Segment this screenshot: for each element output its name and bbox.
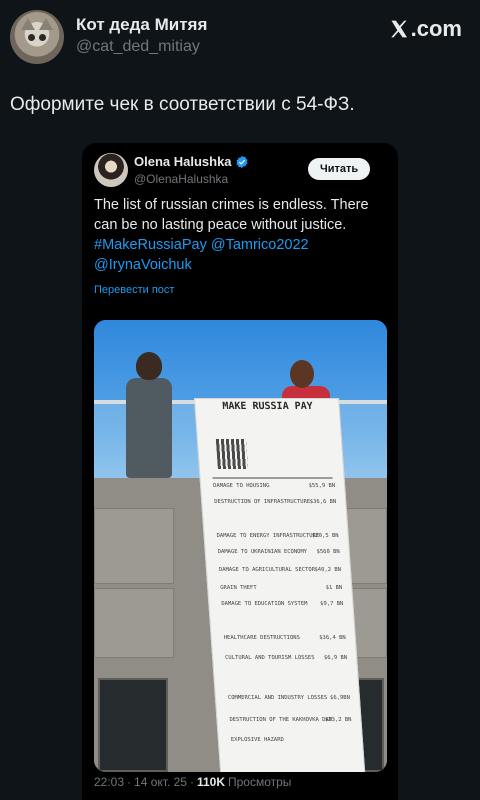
mention-link-2[interactable]: @IrynaVoichuk	[94, 257, 192, 273]
x-logo-icon	[390, 20, 407, 38]
embedded-post-card: Olena Halushka @OlenaHalushka Читать The…	[82, 143, 398, 800]
receipt-item: CULTURAL AND TOURISM LOSSES $6,9 BN	[224, 655, 348, 661]
brand-label: .com	[410, 16, 462, 41]
mention-link-1[interactable]: @Tamrico2022	[211, 237, 309, 253]
receipt-divider	[212, 477, 333, 479]
translate-post-link[interactable]: Перевести пост	[94, 284, 174, 296]
receipt-item: DAMAGE TO AGRICULTURAL SECTOR $40,2 BN	[218, 567, 342, 573]
inner-post-body: The list of russian crimes is endless. T…	[94, 197, 369, 233]
receipt-item: HEALTHCARE DESTRUCTIONS $36,4 BN	[223, 635, 346, 641]
inner-author-handle[interactable]: @OlenaHalushka	[134, 172, 228, 186]
inner-author-name[interactable]: Olena Halushka	[134, 154, 232, 169]
photo-person-left	[126, 378, 172, 478]
outer-author-name[interactable]: Кот деда Митяя	[76, 15, 207, 35]
receipt-item: DESTRUCTION OF INFRASTRUCTURE $36,6 BN	[214, 499, 337, 505]
inner-author-name-row: Olena Halushka	[134, 154, 249, 169]
hashtag-link[interactable]: #MakeRussiaPay	[94, 237, 207, 253]
avatar-cat-eye-right	[39, 34, 46, 41]
photo-person-right-head	[290, 360, 314, 388]
receipt-qr-code	[215, 439, 248, 469]
photo-person-left-head	[136, 352, 162, 380]
post-date[interactable]: 14 окт. 25	[134, 775, 187, 789]
avatar-cat-eye-left	[28, 34, 35, 41]
meta-separator: ·	[127, 775, 132, 789]
views-label: Просмотры	[227, 775, 292, 789]
meta-separator: ·	[189, 775, 194, 789]
receipt-item: DAMAGE TO ENERGY INFRASTRUCTURE $20,5 BN	[216, 533, 339, 539]
post-time[interactable]: 22:03	[94, 775, 124, 789]
receipt-item: DAMAGE TO UKRAINIAN ECONOMY $560 BN	[217, 549, 340, 555]
post-photo[interactable]: MAKE RUSSIA PAY DAMAGE TO HOUSING $55,9 B…	[94, 320, 387, 772]
facade-window	[98, 678, 168, 772]
receipt-item: GRAIN THEFT $1 BN	[220, 585, 343, 591]
verified-badge-icon	[235, 155, 248, 168]
receipt-item: DAMAGE TO EDUCATION SYSTEM $9,7 BN	[221, 601, 344, 607]
receipt-item: COMMERCIAL AND INDUSTRY LOSSES $6,9BN	[227, 695, 351, 701]
receipt-item: EXPLOSIVE HAZARD	[230, 737, 285, 743]
avatar-cat-ear-right	[39, 18, 53, 30]
photo-receipt-banner: MAKE RUSSIA PAY DAMAGE TO HOUSING $55,9 B…	[194, 398, 366, 772]
receipt-title: MAKE RUSSIA PAY	[222, 401, 314, 412]
views-count: 110K	[196, 775, 225, 789]
receipt-item: DESTRUCTION OF THE KAKHOVKA DAM $23,2 BN	[229, 717, 352, 723]
inner-author-avatar[interactable]	[94, 153, 128, 187]
read-button[interactable]: Читать	[308, 158, 371, 180]
facade-panel	[94, 588, 174, 658]
facade-panel	[94, 508, 174, 584]
outer-author-avatar[interactable]	[10, 10, 64, 64]
receipt-item: DAMAGE TO HOUSING $55,9 BN	[212, 483, 336, 489]
inner-post-text: The list of russian crimes is endless. T…	[94, 195, 390, 275]
outer-post-text: Оформите чек в соответствии с 54-ФЗ.	[10, 94, 355, 115]
post-meta-footer: 22:03 · 14 окт. 25 · 110K Просмотры	[94, 775, 291, 789]
avatar-cat-ear-left	[21, 18, 35, 30]
outer-post-header: Кот деда Митяя @cat_ded_mitiay .com	[0, 0, 480, 80]
x-com-logo: .com	[389, 16, 462, 42]
outer-author-handle[interactable]: @cat_ded_mitiay	[76, 38, 200, 56]
